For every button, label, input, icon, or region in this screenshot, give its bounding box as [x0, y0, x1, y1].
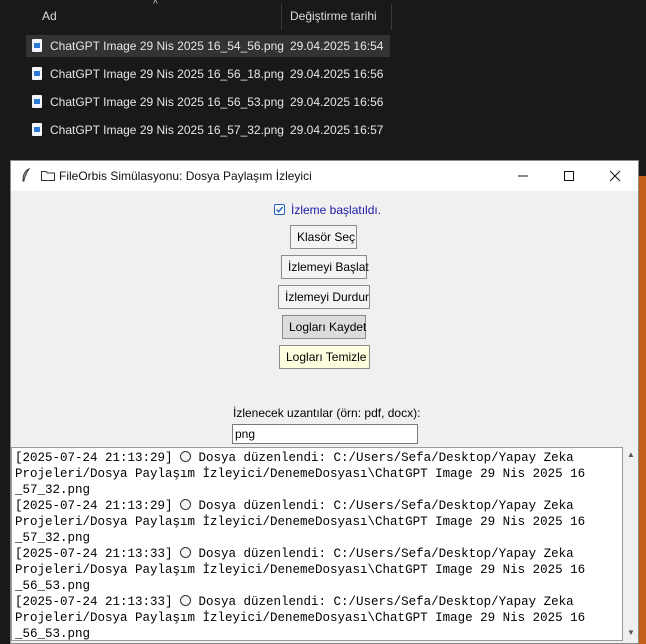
status-label: İzleme başlatıldı.: [291, 203, 382, 217]
stop-monitoring-button[interactable]: İzlemeyi Durdur: [278, 285, 370, 309]
log-text: _56_53.png: [15, 627, 91, 641]
log-line: Projeleri/Dosya Paylaşım İzleyici/Deneme…: [15, 610, 619, 626]
log-textarea[interactable]: [2025-07-24 21:13:29] Dosya düzenlendi: …: [11, 447, 623, 641]
log-line: [2025-07-24 21:13:33] Dosya düzenlendi: …: [15, 594, 619, 610]
maximize-icon: [564, 171, 574, 181]
column-header-date[interactable]: Değiştirme tarihi: [290, 0, 377, 33]
file-row[interactable]: ChatGPT Image 29 Nis 2025 16_56_18.png 2…: [26, 63, 390, 85]
file-date: 29.04.2025 16:56: [290, 95, 384, 109]
file-name: ChatGPT Image 29 Nis 2025 16_56_53.png: [50, 95, 284, 109]
app-window: FileOrbis Simülasyonu: Dosya Paylaşım İz…: [10, 160, 639, 644]
scroll-down-icon[interactable]: ▼: [627, 629, 635, 637]
log-line: _57_32.png: [15, 482, 619, 498]
png-file-icon: [32, 39, 42, 52]
minimize-icon: [518, 175, 528, 177]
sort-up-icon: ^: [153, 0, 158, 10]
save-logs-button[interactable]: Logları Kaydet: [282, 315, 366, 339]
circle-icon: [180, 451, 192, 462]
maximize-button[interactable]: [546, 161, 592, 191]
minimize-button[interactable]: [500, 161, 546, 191]
log-text: [2025-07-24 21:13:33]: [15, 547, 181, 561]
log-text: Dosya düzenlendi: C:/Users/Sefa/Desktop/…: [191, 595, 574, 609]
checkmark-icon: [274, 204, 285, 215]
log-text: [2025-07-24 21:13:29]: [15, 499, 181, 513]
file-date: 29.04.2025 16:54: [290, 39, 384, 53]
file-name: ChatGPT Image 29 Nis 2025 16_56_18.png: [50, 67, 284, 81]
window-title: FileOrbis Simülasyonu: Dosya Paylaşım İz…: [59, 169, 312, 183]
folder-icon: [41, 171, 55, 181]
background-window-accent: [639, 176, 646, 644]
log-text: Projeleri/Dosya Paylaşım İzleyici/Deneme…: [15, 563, 586, 577]
close-icon: [609, 170, 621, 182]
log-text: Dosya düzenlendi: C:/Users/Sefa/Desktop/…: [191, 547, 574, 561]
log-line: _57_32.png: [15, 530, 619, 546]
file-name: ChatGPT Image 29 Nis 2025 16_57_32.png: [50, 123, 284, 137]
log-text: _56_53.png: [15, 579, 91, 593]
log-text: Projeleri/Dosya Paylaşım İzleyici/Deneme…: [15, 611, 586, 625]
log-text: _57_32.png: [15, 483, 91, 497]
log-text: Projeleri/Dosya Paylaşım İzleyici/Deneme…: [15, 467, 586, 481]
png-file-icon: [32, 95, 42, 108]
log-text: Dosya düzenlendi: C:/Users/Sefa/Desktop/…: [191, 451, 574, 465]
png-file-icon: [32, 67, 42, 80]
log-line: [2025-07-24 21:13:33] Dosya düzenlendi: …: [15, 546, 619, 562]
column-divider[interactable]: [281, 4, 282, 30]
log-line: Projeleri/Dosya Paylaşım İzleyici/Deneme…: [15, 466, 619, 482]
extensions-label: İzlenecek uzantılar (örn: pdf, docx):: [233, 406, 421, 420]
log-text: [2025-07-24 21:13:29]: [15, 451, 181, 465]
title-bar[interactable]: FileOrbis Simülasyonu: Dosya Paylaşım İz…: [11, 161, 638, 191]
file-row[interactable]: ChatGPT Image 29 Nis 2025 16_57_32.png 2…: [26, 119, 390, 141]
log-text: Dosya düzenlendi: C:/Users/Sefa/Desktop/…: [191, 499, 574, 513]
log-text: [2025-07-24 21:13:33]: [15, 595, 181, 609]
close-button[interactable]: [592, 161, 638, 191]
log-text: _57_32.png: [15, 531, 91, 545]
file-row[interactable]: ChatGPT Image 29 Nis 2025 16_56_53.png 2…: [26, 91, 390, 113]
circle-icon: [180, 499, 192, 510]
start-monitoring-button[interactable]: İzlemeyi Başlat: [281, 255, 369, 279]
log-line: [2025-07-24 21:13:29] Dosya düzenlendi: …: [15, 498, 619, 514]
scroll-up-icon[interactable]: ▲: [627, 451, 635, 459]
log-text: Projeleri/Dosya Paylaşım İzleyici/Deneme…: [15, 515, 586, 529]
circle-icon: [180, 595, 192, 606]
extensions-input[interactable]: [232, 424, 418, 444]
column-header-name[interactable]: Ad: [42, 0, 57, 33]
column-divider[interactable]: [391, 4, 392, 30]
feather-icon: [22, 168, 31, 182]
log-line: [2025-07-24 21:13:29] Dosya düzenlendi: …: [15, 450, 619, 466]
clear-logs-button[interactable]: Logları Temizle: [279, 345, 370, 369]
file-date: 29.04.2025 16:56: [290, 67, 384, 81]
circle-icon: [180, 547, 192, 558]
log-line: _56_53.png: [15, 626, 619, 641]
window-content: İzleme başlatıldı. Klasör Seç İzlemeyi B…: [11, 191, 638, 643]
select-folder-button[interactable]: Klasör Seç: [290, 225, 357, 249]
file-row[interactable]: ChatGPT Image 29 Nis 2025 16_54_56.png 2…: [26, 35, 390, 57]
log-line: Projeleri/Dosya Paylaşım İzleyici/Deneme…: [15, 562, 619, 578]
log-line: Projeleri/Dosya Paylaşım İzleyici/Deneme…: [15, 514, 619, 530]
log-line: _56_53.png: [15, 578, 619, 594]
file-date: 29.04.2025 16:57: [290, 123, 384, 137]
file-name: ChatGPT Image 29 Nis 2025 16_54_56.png: [50, 39, 284, 53]
png-file-icon: [32, 123, 42, 136]
log-scrollbar[interactable]: ▲ ▼: [623, 447, 638, 641]
